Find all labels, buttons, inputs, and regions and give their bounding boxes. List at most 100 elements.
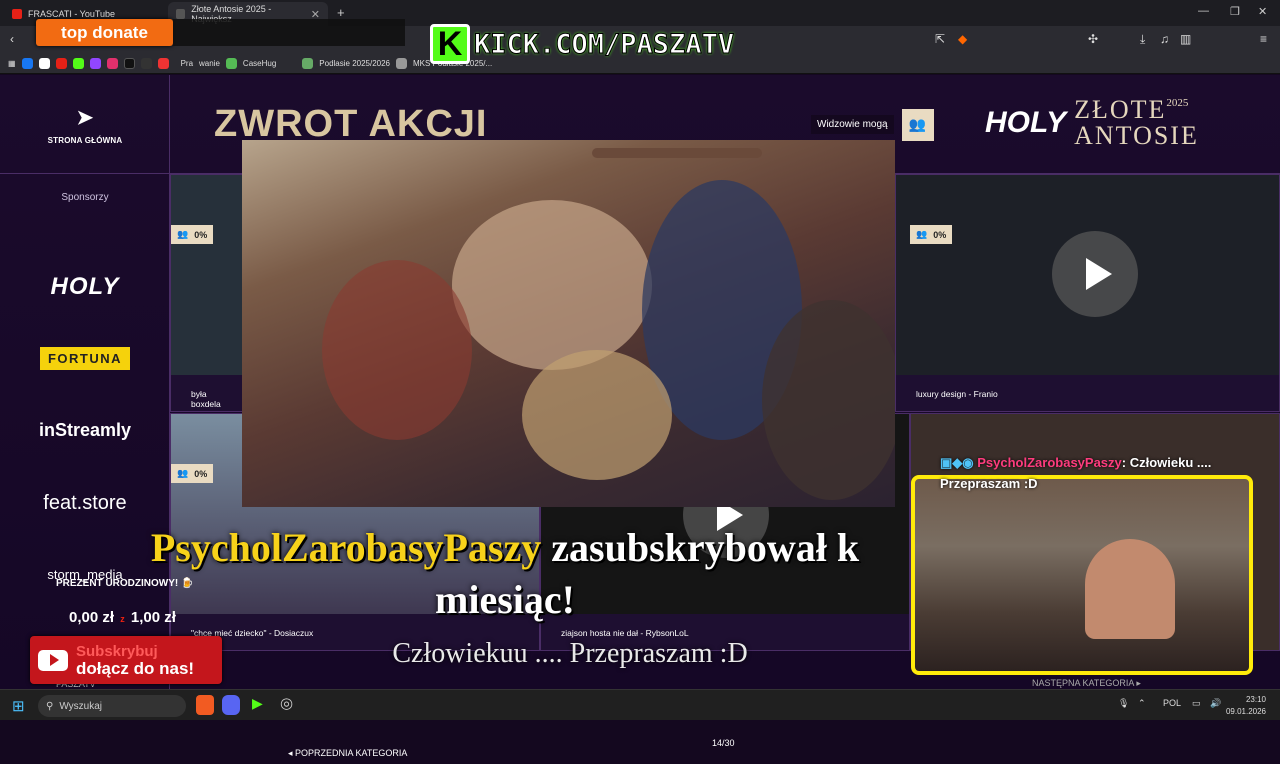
event-brand: HOLY ZŁOTE2025 ANTOSIE [985,93,1245,153]
prev-category-button[interactable]: ◂ POPRZEDNIA KATEGORIA [288,748,407,759]
prev-category-label: POPRZEDNIA KATEGORIA [295,748,408,758]
sponsor-holy[interactable]: HOLY [0,273,170,301]
play-store-icon[interactable]: ▶ [252,695,263,712]
google-icon[interactable] [38,58,50,69]
language[interactable]: POL [1163,698,1181,708]
discord-icon[interactable] [222,695,240,715]
tray-chevron-icon[interactable]: ⌃ [1138,698,1146,709]
next-category-button[interactable]: NASTĘPNA KATEGORIA ▸ [1032,678,1141,689]
download-icon[interactable]: ⤓ [1140,32,1145,47]
brave-icon[interactable] [196,695,214,715]
brand-holy: HOLY [985,106,1067,139]
brave-shield-icon[interactable]: ◆ [958,32,967,46]
sponsors-label: Sponsorzy [61,192,109,203]
share-icon[interactable]: ⇱ [935,32,945,46]
webcam-frame [911,475,1253,675]
beer-icon: 🍺 [181,578,194,589]
youtube-subscribe: Subskrybuj dołącz do nas! [30,636,222,684]
card-caption: luxury design - Franio [896,375,1279,411]
brand-line1: ZŁOTE [1074,95,1167,124]
brand-year: 2025 [1166,97,1189,109]
site-icon [176,9,186,19]
search-icon: ⚲ [46,700,54,712]
app-icon[interactable]: ◎ [280,694,293,712]
category-nav: ◂ POPRZEDNIA KATEGORIA 14/30 [170,738,910,764]
tab-label: FRASCATI - YouTube [28,9,116,19]
crowd-shape [322,260,472,440]
sub-text: zasubskrybował k [541,525,860,570]
pct-value: 0% [194,468,208,479]
yt-subscribe: Subskrybuj [76,643,158,660]
s-icon[interactable] [157,58,169,69]
tiktok-icon[interactable] [123,58,135,69]
next-category-label: NASTĘPNA KATEGORIA [1032,678,1134,688]
extensions-icon[interactable]: ✣ [1088,32,1098,46]
viewers-vote: Widzowie mogą 👥 [811,108,934,141]
crowd-shape [522,350,672,480]
search-placeholder: Wyszukaj [59,700,103,712]
arrow-left-icon: ➤ [76,107,94,129]
instagram-icon[interactable] [106,58,118,69]
facebook-icon[interactable] [21,58,33,69]
music-icon[interactable]: ♫ [1160,32,1169,46]
vote-percent: 👥 0% [171,464,214,483]
maximize-icon[interactable]: ❐ [1230,5,1240,18]
streamer [1085,539,1175,639]
x-icon[interactable] [140,58,152,69]
sponsor-featstore[interactable]: feat.store [0,492,170,515]
casehug-icon [225,58,237,69]
home-link[interactable]: ➤ STRONA GŁÓWNA [0,105,170,145]
nominee-card[interactable]: 👥 0% była boxdela [170,174,245,412]
yt-join: dołącz do nas! [76,659,195,678]
chat-message: ▣◆◉ PsycholZarobasyPaszy: Człowieku .... [940,455,1211,471]
kick-icon[interactable] [72,58,84,69]
viewers-label: Widzowie mogą [811,115,894,134]
kick-logo: K [430,24,470,64]
sponsor-instreamly[interactable]: inStreamly [0,420,170,441]
mic-icon[interactable]: 🎙 [1118,698,1129,709]
donation-sep: z [120,614,125,624]
play-icon[interactable] [1052,231,1138,317]
youtube-icon[interactable] [55,58,67,69]
clock[interactable]: 23:10 09.01.2026 [1226,694,1266,718]
bookmark-1[interactable]: Pra [181,59,193,68]
apps-icon[interactable]: ▦ [8,59,16,68]
donation-progress: 0,00 zł z 1,00 zł [69,609,176,626]
brand-line2: ANTOSIE [1074,121,1199,150]
chat-text-line2: Przepraszam :D [940,476,1038,491]
back-icon[interactable]: ‹ [10,32,14,46]
users-icon[interactable]: 👥 [901,108,934,141]
sponsor-fortuna[interactable]: FORTUNA [0,347,170,370]
top-donate-banner: top donate [36,19,173,46]
card-thumbnail [171,175,244,377]
close-window-icon[interactable]: ✕ [1258,5,1267,18]
pct-value: 0% [194,229,208,240]
display-icon[interactable]: ▭ [1192,698,1201,709]
home-label: STRONA GŁÓWNA [47,136,123,145]
donation-current: 0,00 zł [69,609,115,626]
kick-url: KICK.COM/PASZATV [473,28,735,60]
windows-start-icon[interactable]: ⊞ [12,697,25,715]
bookmark-2[interactable]: wanie [199,59,220,68]
sub-message: Człowiekuu .... Przepraszam :D [392,638,748,669]
users-icon: 👥 [916,229,928,239]
sidebar-icon[interactable]: ▥ [1180,32,1191,46]
brand-title: ZŁOTE2025 ANTOSIE [1074,97,1199,149]
clock-date: 09.01.2026 [1225,707,1266,716]
new-tab-button[interactable]: + [337,5,345,20]
volume-icon[interactable]: 🔊 [1210,698,1221,709]
kick-banner: K KICK.COM/PASZATV [430,24,775,64]
bookmark-casehug[interactable]: CaseHug [243,59,276,68]
menu-icon[interactable]: ≡ [1260,32,1267,46]
taskbar-search[interactable]: ⚲ Wyszukaj [38,695,186,717]
podlasie-icon [302,58,314,69]
video-player[interactable] [242,140,895,507]
minimize-icon[interactable]: — [1198,5,1209,17]
nominee-card[interactable]: 👥 0% luxury design - Franio [895,174,1280,412]
gift-goal: PREZENT URODZINOWY! 🍺 [56,578,193,589]
bookmark-podlasie[interactable]: Podlasie 2025/2026 [319,59,390,68]
fortuna-logo: FORTUNA [39,347,131,370]
vote-percent: 👥 0% [171,225,214,244]
twitch-icon[interactable] [89,58,101,69]
youtube-icon [12,9,22,19]
